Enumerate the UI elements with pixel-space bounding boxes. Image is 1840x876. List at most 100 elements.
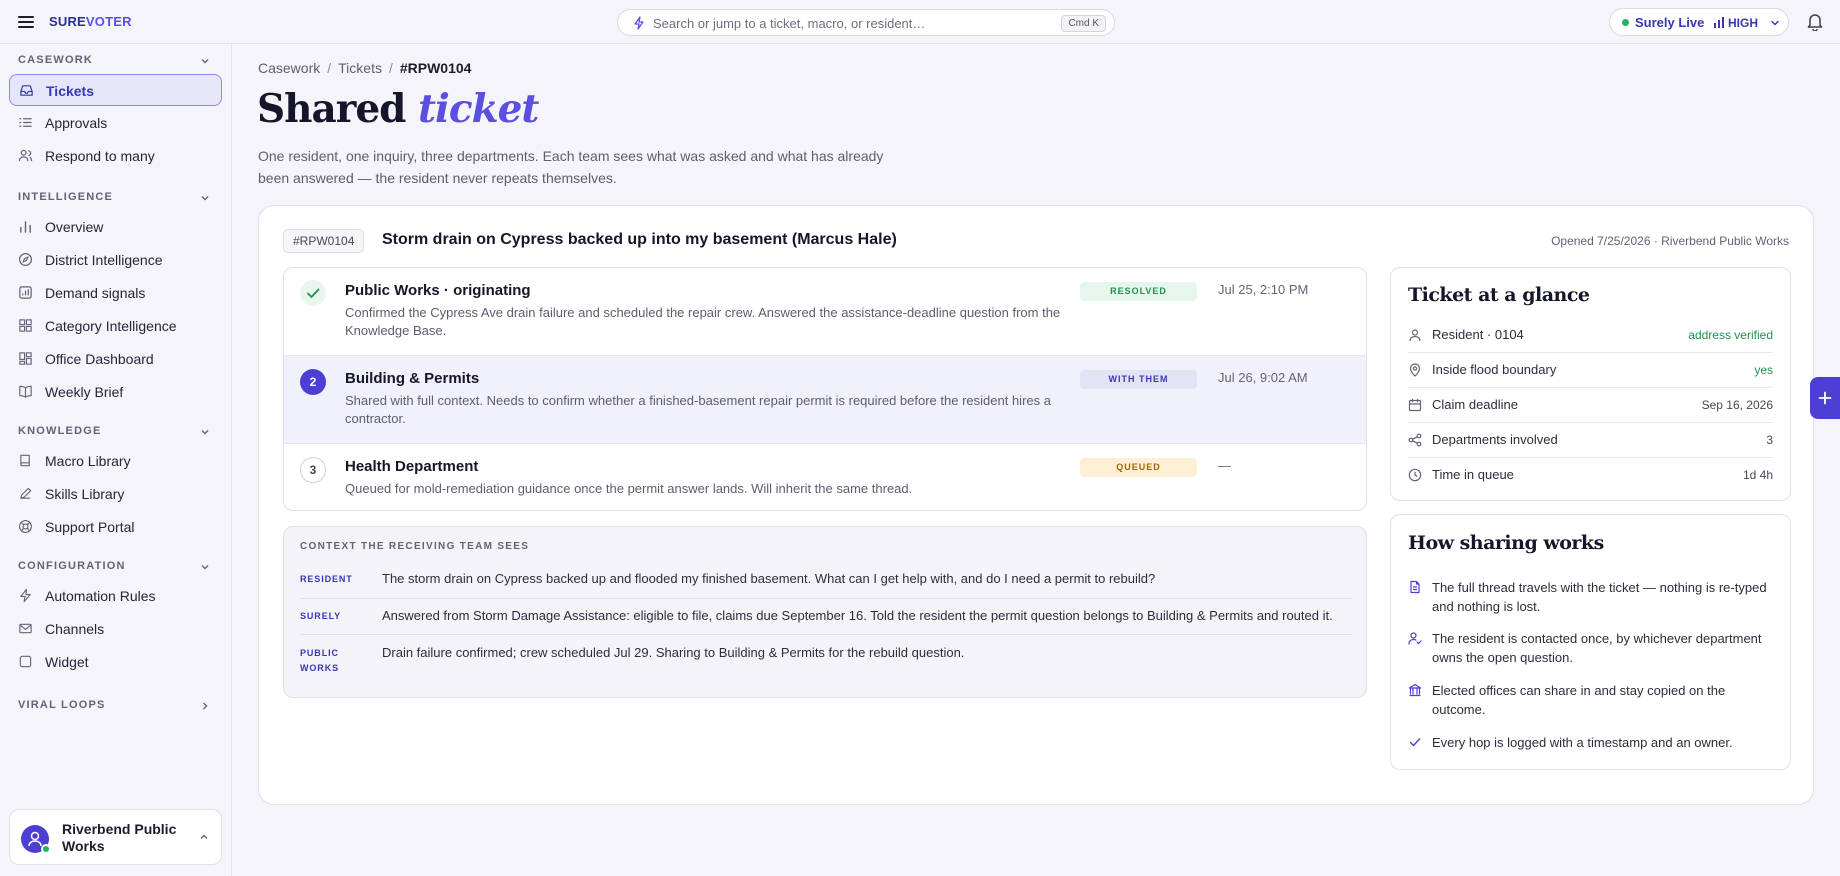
ticket-at-a-glance: Ticket at a glance Resident · 0104 addre…: [1390, 267, 1791, 501]
document-icon: [1408, 580, 1422, 594]
sidebar-item-district-intelligence[interactable]: District Intelligence: [9, 244, 222, 276]
calendar-icon: [1408, 398, 1422, 412]
search-input[interactable]: Search or jump to a ticket, macro, or re…: [653, 16, 925, 31]
step-building-permits[interactable]: 2 Building & Permits Shared with full co…: [284, 355, 1366, 443]
ticket-opened-meta: Opened 7/25/2026 · Riverbend Public Work…: [1551, 234, 1789, 248]
section-knowledge[interactable]: KNOWLEDGE: [18, 425, 214, 439]
step-public-works[interactable]: Public Works · originating Confirmed the…: [284, 268, 1366, 355]
sidebar-item-demand-signals[interactable]: Demand signals: [9, 277, 222, 309]
sidebar-item-channels[interactable]: Channels: [9, 613, 222, 645]
add-button[interactable]: [1810, 377, 1840, 419]
live-level: HIGH: [1728, 16, 1758, 30]
breadcrumb-current: #RPW0104: [399, 60, 472, 76]
step-timestamp: Jul 25, 2:10 PM: [1218, 282, 1309, 297]
shared-context-panel: CONTEXT THE RECEIVING TEAM SEES RESIDENT…: [283, 526, 1367, 698]
glance-row-departments: Departments involved 3: [1408, 423, 1773, 458]
signal-icon: [18, 285, 33, 300]
sidebar-item-automation-rules[interactable]: Automation Rules: [9, 580, 222, 612]
live-dot-icon: [1622, 19, 1629, 26]
lifebuoy-icon: [18, 519, 33, 534]
sidebar-item-widget[interactable]: Widget: [9, 646, 222, 678]
how-item: The full thread travels with the ticket …: [1408, 578, 1773, 616]
breadcrumb-tickets[interactable]: Tickets: [338, 60, 382, 76]
global-search[interactable]: Search or jump to a ticket, macro, or re…: [617, 9, 1115, 36]
building-icon: [1408, 683, 1422, 697]
step-timestamp: Jul 26, 9:02 AM: [1218, 370, 1308, 385]
glance-row-time-in-queue: Time in queue 1d 4h: [1408, 458, 1773, 493]
status-badge: WITH THEM: [1080, 370, 1197, 389]
step-description: Queued for mold-remediation guidance onc…: [345, 481, 913, 496]
step-name: Public Works · originating: [345, 282, 531, 299]
org-switcher[interactable]: Riverbend Public Works: [9, 809, 222, 865]
status-badge: QUEUED: [1080, 458, 1197, 477]
brand-logo[interactable]: SUREVOTER: [49, 14, 132, 29]
sidebar-item-support-portal[interactable]: Support Portal: [9, 511, 222, 543]
sidebar-item-skills-library[interactable]: Skills Library: [9, 478, 222, 510]
dashboard-icon: [18, 351, 33, 366]
compass-icon: [18, 252, 33, 267]
section-intelligence[interactable]: INTELLIGENCE: [18, 191, 214, 205]
context-message: Answered from Storm Damage Assistance: e…: [382, 608, 1333, 623]
how-title: How sharing works: [1408, 532, 1604, 554]
sidebar-item-approvals[interactable]: Approvals: [9, 107, 222, 139]
share-icon: [1408, 433, 1422, 447]
page-title: Shared ticket: [257, 86, 539, 132]
section-viral-loops[interactable]: VIRAL LOOPS: [18, 699, 214, 713]
top-bar: SUREVOTER Search or jump to a ticket, ma…: [0, 0, 1840, 44]
context-message: Drain failure confirmed; crew scheduled …: [382, 645, 965, 660]
ticket-id-badge: #RPW0104: [283, 229, 365, 253]
glance-title: Ticket at a glance: [1408, 284, 1590, 306]
sidebar-item-macro-library[interactable]: Macro Library: [9, 445, 222, 477]
chevron-right-icon: [200, 701, 210, 711]
users-icon: [18, 148, 33, 163]
bar-chart-icon: [18, 219, 33, 234]
check-icon: [300, 280, 326, 306]
sidebar-item-overview[interactable]: Overview: [9, 211, 222, 243]
step-health-department[interactable]: 3 Health Department Queued for mold-reme…: [284, 443, 1366, 510]
live-status-toggle[interactable]: Surely Live HIGH: [1609, 8, 1789, 36]
how-item: Every hop is logged with a timestamp and…: [1408, 733, 1773, 753]
book-open-icon: [18, 384, 33, 399]
bell-icon[interactable]: [1806, 12, 1824, 31]
clock-icon: [1408, 468, 1422, 482]
breadcrumb: Casework / Tickets / #RPW0104: [258, 60, 472, 76]
context-author: RESIDENT: [300, 574, 353, 584]
chevron-down-icon: [200, 427, 210, 437]
sidebar-item-category-intelligence[interactable]: Category Intelligence: [9, 310, 222, 342]
context-header: CONTEXT THE RECEIVING TEAM SEES: [300, 541, 530, 552]
chevron-down-icon: [1770, 18, 1780, 28]
section-casework[interactable]: CASEWORK: [18, 54, 214, 68]
sidebar-item-weekly-brief[interactable]: Weekly Brief: [9, 376, 222, 408]
context-row: PUBLIC WORKS Drain failure confirmed; cr…: [300, 645, 1352, 680]
chevron-down-icon: [200, 562, 210, 572]
user-icon: [1408, 328, 1422, 342]
step-description: Shared with full context. Needs to confi…: [345, 393, 1051, 426]
how-sharing-works: How sharing works The full thread travel…: [1390, 514, 1791, 770]
sidebar-item-office-dashboard[interactable]: Office Dashboard: [9, 343, 222, 375]
step-timestamp: —: [1218, 458, 1231, 473]
section-configuration[interactable]: CONFIGURATION: [18, 560, 214, 574]
context-author: PUBLIC WORKS: [300, 648, 339, 673]
inbox-icon: [19, 83, 34, 98]
step-name: Health Department: [345, 458, 479, 475]
sidebar: CASEWORK Tickets Approvals Respond to ma…: [0, 44, 232, 876]
sidebar-item-tickets[interactable]: Tickets: [9, 74, 222, 106]
square-icon: [18, 654, 33, 669]
department-steps: Public Works · originating Confirmed the…: [283, 267, 1367, 511]
grid-icon: [18, 318, 33, 333]
sidebar-item-respond-to-many[interactable]: Respond to many: [9, 140, 222, 172]
online-status-dot: [41, 844, 51, 854]
breadcrumb-casework[interactable]: Casework: [258, 60, 320, 76]
menu-icon[interactable]: [16, 12, 36, 32]
ticket-card: #RPW0104 Storm drain on Cypress backed u…: [258, 205, 1814, 805]
book-icon: [18, 453, 33, 468]
check-icon: [1408, 735, 1422, 749]
glance-row-flood-boundary: Inside flood boundary yes: [1408, 353, 1773, 388]
bolt-icon: [18, 588, 33, 603]
live-status-label: Surely Live: [1635, 15, 1705, 30]
glance-row-resident: Resident · 0104 address verified: [1408, 318, 1773, 353]
step-name: Building & Permits: [345, 370, 480, 387]
signal-bars-icon: [1713, 17, 1725, 28]
step-description: Confirmed the Cypress Ave drain failure …: [345, 305, 1061, 338]
context-row: RESIDENT The storm drain on Cypress back…: [300, 571, 1352, 599]
